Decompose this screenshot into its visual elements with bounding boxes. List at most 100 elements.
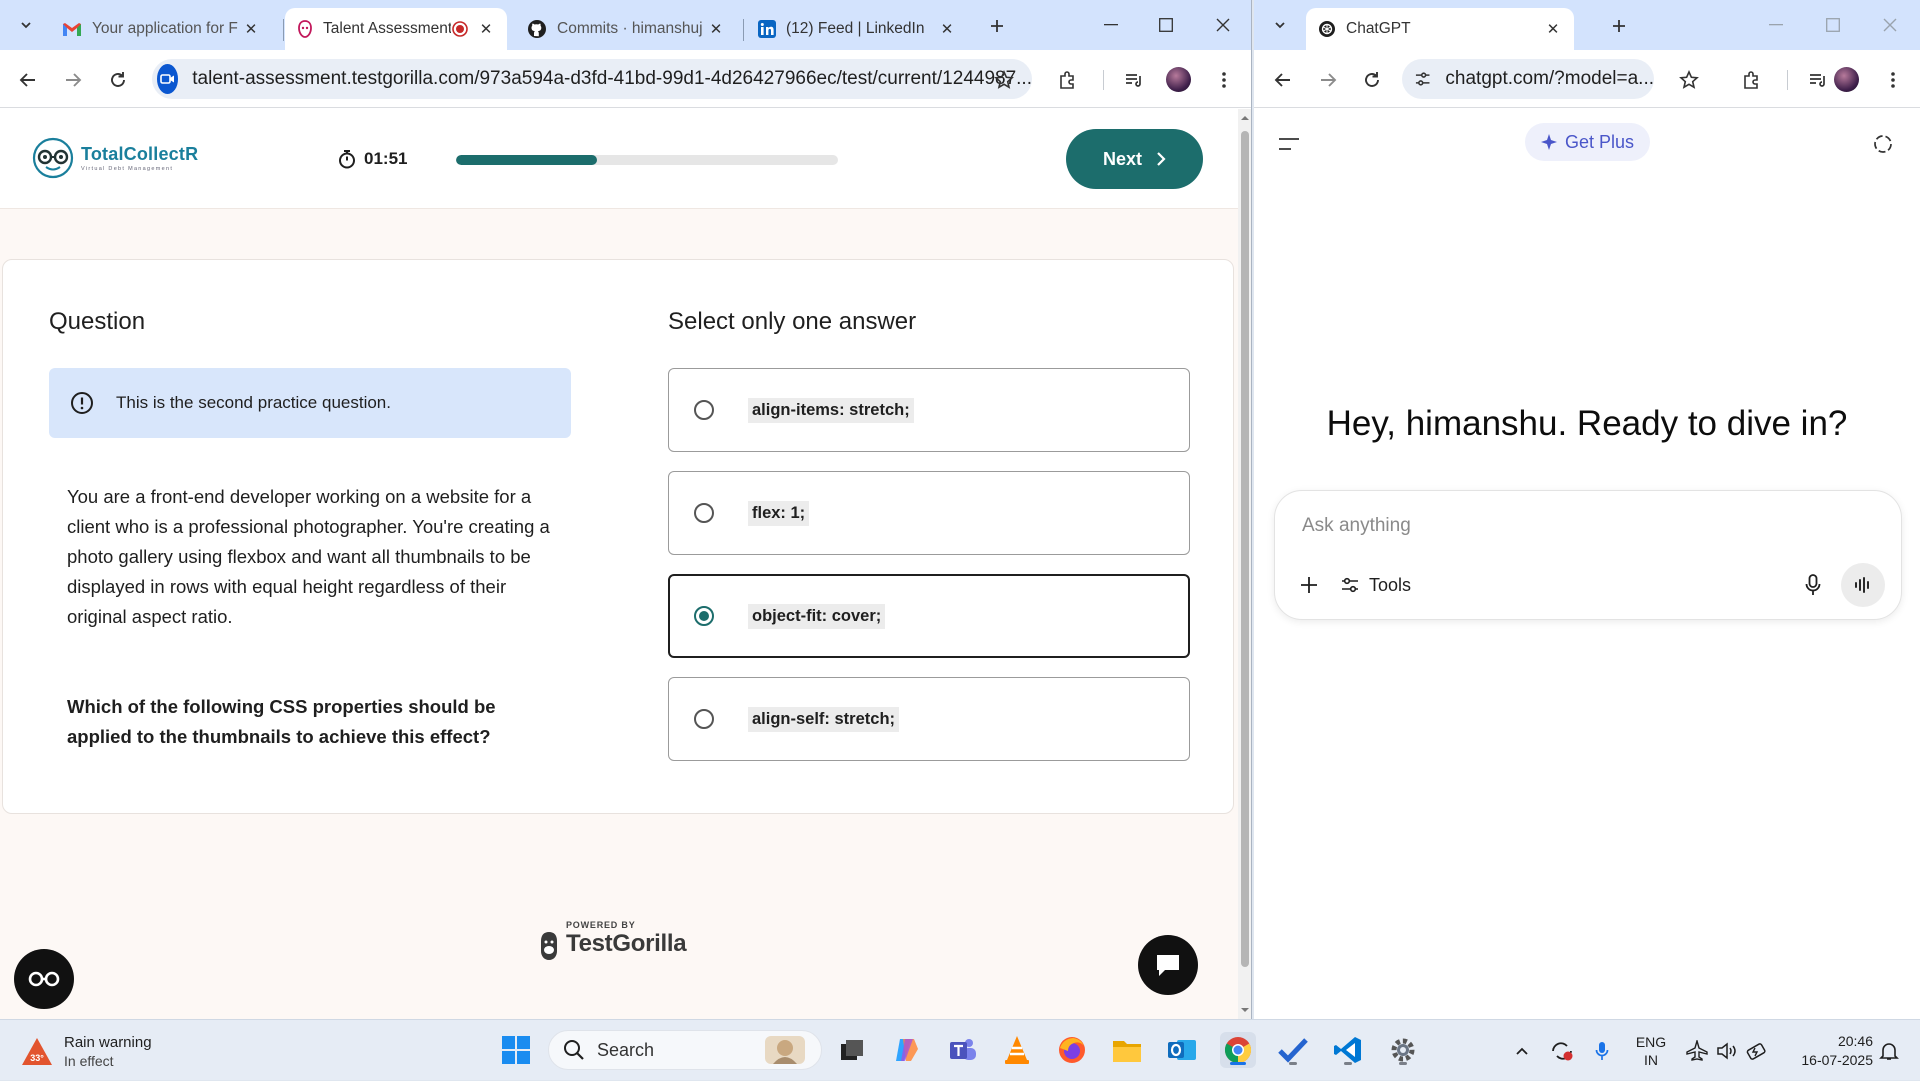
clock[interactable]: 20:46 16-07-2025 [1783,1020,1873,1081]
new-tab-button[interactable] [1604,12,1634,40]
puzzle-icon [1060,71,1074,89]
browser-menu-button[interactable] [1876,63,1910,97]
tab-search-button[interactable] [1265,11,1295,39]
radio-button[interactable] [694,503,714,523]
close-tab-icon[interactable]: ✕ [242,20,260,38]
maximize-button[interactable] [1805,0,1860,50]
answer-option[interactable]: flex: 1; [668,471,1190,555]
taskbar-search[interactable]: Search [548,1030,822,1070]
accessibility-widget-button[interactable] [14,949,74,1009]
scrollbar-thumb[interactable] [1241,131,1249,967]
profile-avatar[interactable] [1166,67,1191,92]
tab-search-button[interactable] [11,11,41,39]
notifications-button[interactable] [1872,1020,1906,1081]
site-settings-icon[interactable] [1414,70,1431,88]
minimize-button[interactable] [1748,0,1803,50]
close-tab-icon[interactable]: ✕ [938,20,956,38]
settings-gear-icon[interactable] [1385,1032,1421,1068]
totalcollectr-logo-icon [32,137,74,179]
forward-button[interactable] [56,63,90,97]
media-controls-button[interactable] [1117,63,1151,97]
chrome-icon[interactable] [1220,1032,1256,1068]
profile-avatar[interactable] [1834,67,1859,92]
browser-menu-button[interactable] [1207,63,1241,97]
sync-status-icon[interactable] [1547,1020,1577,1081]
minimize-button[interactable] [1083,0,1138,50]
maximize-button[interactable] [1138,0,1193,50]
answer-option[interactable]: align-self: stretch; [668,677,1190,761]
back-button[interactable] [1266,63,1300,97]
prompt-composer[interactable]: Ask anything Tools [1274,490,1902,620]
microphone-icon [1805,574,1821,595]
tab-title: (12) Feed | LinkedIn [786,20,925,37]
teams-icon[interactable] [944,1032,980,1068]
back-button[interactable] [11,63,45,97]
tab-chatgpt[interactable]: ChatGPT ✕ [1306,8,1574,50]
reload-button[interactable] [1355,63,1389,97]
address-bar[interactable]: talent-assessment.testgorilla.com/973a59… [152,59,1032,99]
task-view-icon[interactable] [834,1032,870,1068]
tab-gmail[interactable]: Your application for F ✕ [50,8,272,50]
battery-charging-icon[interactable] [1742,1020,1772,1081]
language-indicator[interactable]: ENG IN [1631,1020,1671,1081]
firefox-icon[interactable] [1054,1032,1090,1068]
new-tab-button[interactable] [982,12,1012,40]
timer-value: 01:51 [364,149,408,168]
prompt-input[interactable]: Ask anything [1302,515,1411,537]
vscode-icon[interactable] [1330,1032,1366,1068]
support-chat-button[interactable] [1138,935,1198,995]
outlook-icon[interactable] [1164,1032,1200,1068]
close-window-button[interactable] [1195,0,1250,50]
forward-button[interactable] [1311,63,1345,97]
temporary-chat-button[interactable] [1866,127,1900,161]
todo-icon[interactable] [1275,1032,1311,1068]
testgorilla-wordmark: TestGorilla [566,930,687,957]
bookmark-star-button[interactable] [987,63,1021,97]
next-button[interactable]: Next [1066,129,1203,189]
camera-in-use-icon[interactable] [157,64,179,94]
answer-option[interactable]: align-items: stretch; [668,368,1190,452]
testgorilla-page: TotalCollectR Virtual Debt Management 01… [0,109,1251,1019]
close-window-button[interactable] [1862,0,1917,50]
tools-button[interactable]: Tools [1341,568,1411,602]
extensions-button[interactable] [1735,63,1769,97]
start-button[interactable] [498,1032,534,1068]
logo-wordmark: TotalCollectR [81,144,199,164]
close-tab-icon[interactable]: ✕ [707,20,725,38]
answer-option-selected[interactable]: object-fit: cover; [668,574,1190,658]
weather-widget[interactable]: 33° Rain warning In effect [20,1033,152,1071]
reload-button[interactable] [101,63,135,97]
file-explorer-icon[interactable] [1109,1032,1145,1068]
sidebar-toggle-button[interactable] [1272,127,1306,161]
address-bar[interactable]: chatgpt.com/?model=a... [1402,59,1654,99]
show-hidden-icons-button[interactable] [1507,1020,1537,1081]
vlc-icon[interactable] [999,1032,1035,1068]
volume-icon[interactable] [1712,1020,1742,1081]
tab-linkedin[interactable]: (12) Feed | LinkedIn ✕ [746,8,968,50]
scroll-up-icon [1241,116,1249,120]
arrow-right-icon [1321,73,1337,87]
bookmark-star-button[interactable] [1672,63,1706,97]
tab-talent-assessment[interactable]: Talent Assessment ✕ [285,8,507,50]
media-controls-button[interactable] [1801,63,1835,97]
radio-button-selected[interactable] [694,606,714,626]
close-tab-icon[interactable]: ✕ [477,20,495,38]
radio-button[interactable] [694,400,714,420]
vertical-scrollbar[interactable] [1238,109,1251,1019]
notification-bell-icon [1879,1042,1899,1060]
airplane-mode-icon[interactable] [1682,1020,1712,1081]
tab-github[interactable]: Commits · himanshuj ✕ [515,8,737,50]
powered-by-testgorilla: POWERED BY TestGorilla [538,915,687,963]
get-plus-button[interactable]: Get Plus [1525,123,1650,161]
test-progress-bar [456,155,838,165]
attach-button[interactable] [1292,568,1326,602]
radio-button[interactable] [694,709,714,729]
voice-mode-button[interactable] [1841,563,1885,607]
linkedin-icon [758,20,776,38]
chevron-right-icon [1157,152,1166,166]
close-tab-icon[interactable]: ✕ [1544,20,1562,38]
extensions-button[interactable] [1051,63,1085,97]
copilot-icon[interactable] [889,1032,925,1068]
microphone-in-use-icon[interactable] [1587,1020,1617,1081]
dictate-button[interactable] [1796,568,1830,602]
